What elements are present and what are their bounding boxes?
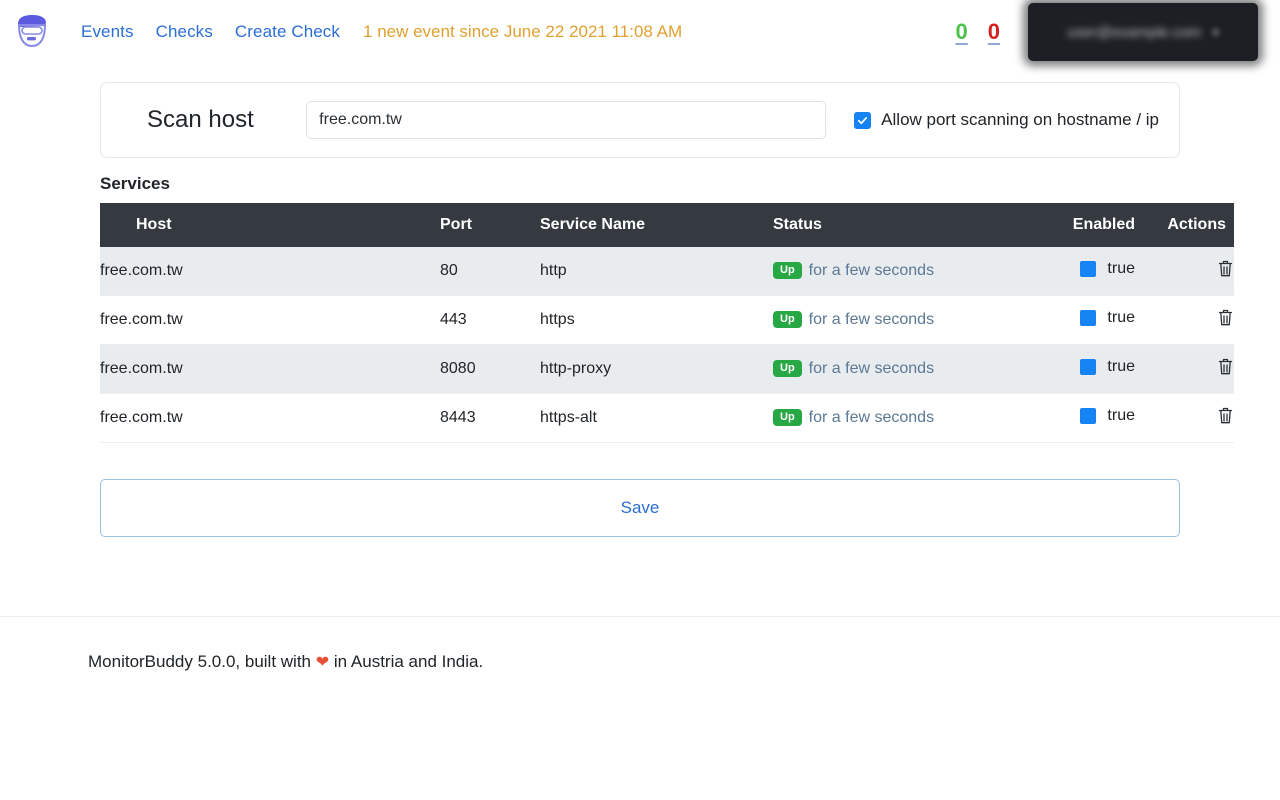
enabled-checkbox[interactable] <box>1080 261 1097 277</box>
enabled-value: true <box>1107 407 1135 424</box>
chevron-down-icon: ▾ <box>1213 26 1219 39</box>
allow-port-scanning-row[interactable]: Allow port scanning on hostname / ip <box>854 110 1159 130</box>
user-email-label: user@example.com <box>1067 23 1202 41</box>
status-badge: Up <box>773 360 802 378</box>
column-header-service-name[interactable]: Service Name <box>540 203 773 247</box>
table-header-row: Host Port Service Name Status Enabled Ac… <box>100 203 1234 247</box>
table-row[interactable]: free.com.tw 8080 http-proxy Up for a few … <box>100 344 1234 394</box>
cell-service-name: http-proxy <box>540 344 773 394</box>
top-navigation-bar: Events Checks Create Check 1 new event s… <box>0 0 1280 64</box>
cell-status: Up for a few seconds <box>773 344 1043 394</box>
enabled-value: true <box>1107 309 1135 326</box>
trash-icon[interactable] <box>1217 406 1234 425</box>
save-button[interactable]: Save <box>100 479 1180 537</box>
cell-service-name: http <box>540 247 773 296</box>
footer-divider <box>0 616 1280 617</box>
footer-text-before: MonitorBuddy 5.0.0, built with <box>88 652 312 671</box>
cell-enabled: true <box>1043 393 1135 443</box>
trash-icon[interactable] <box>1217 357 1234 376</box>
trash-icon[interactable] <box>1217 308 1234 327</box>
status-badge: Up <box>773 409 802 427</box>
services-table-header: Host Port Service Name Status Enabled Ac… <box>100 203 1234 247</box>
nav-link-create-check[interactable]: Create Check <box>224 22 351 42</box>
table-row[interactable]: free.com.tw 8443 https-alt Up for a few s… <box>100 393 1234 443</box>
enabled-value: true <box>1107 260 1135 277</box>
column-header-status[interactable]: Status <box>773 203 1043 247</box>
cell-port: 443 <box>440 295 540 345</box>
scan-host-card: Scan host Allow port scanning on hostnam… <box>100 82 1180 158</box>
cell-host: free.com.tw <box>100 295 440 345</box>
up-count-link[interactable]: 0 <box>946 19 978 45</box>
scan-host-input[interactable] <box>306 101 827 139</box>
column-header-enabled[interactable]: Enabled <box>1043 203 1135 247</box>
cell-status: Up for a few seconds <box>773 247 1043 296</box>
services-table: Host Port Service Name Status Enabled Ac… <box>100 203 1234 443</box>
cell-status: Up for a few seconds <box>773 393 1043 443</box>
status-since-label: for a few seconds <box>808 310 935 328</box>
table-row[interactable]: free.com.tw 80 http Up for a few seconds … <box>100 247 1234 296</box>
cell-port: 8080 <box>440 344 540 394</box>
column-header-actions[interactable]: Actions <box>1135 203 1234 247</box>
monitorbuddy-logo-icon[interactable] <box>10 10 54 54</box>
new-event-notice[interactable]: 1 new event since June 22 2021 11:08 AM <box>351 22 682 42</box>
enabled-checkbox[interactable] <box>1080 310 1097 326</box>
trash-icon[interactable] <box>1217 259 1234 278</box>
cell-actions <box>1135 295 1234 345</box>
down-count-link[interactable]: 0 <box>978 19 1010 45</box>
enabled-value: true <box>1107 358 1135 375</box>
services-table-body: free.com.tw 80 http Up for a few seconds … <box>100 247 1234 443</box>
allow-port-scanning-label: Allow port scanning on hostname / ip <box>881 110 1159 129</box>
cell-host: free.com.tw <box>100 393 440 443</box>
cell-service-name: https <box>540 295 773 345</box>
status-since-label: for a few seconds <box>808 408 935 426</box>
nav-link-checks[interactable]: Checks <box>145 22 224 42</box>
main-nav-links: Events Checks Create Check 1 new event s… <box>70 22 682 42</box>
cell-enabled: true <box>1043 295 1135 345</box>
cell-enabled: true <box>1043 344 1135 394</box>
main-content: Scan host Allow port scanning on hostnam… <box>100 64 1234 537</box>
user-account-menu[interactable]: user@example.com ▾ <box>1028 3 1258 61</box>
services-heading: Services <box>100 174 170 193</box>
footer-credits: MonitorBuddy 5.0.0, built with ❤ in Aust… <box>88 652 483 672</box>
column-header-host[interactable]: Host <box>100 203 440 247</box>
cell-actions <box>1135 247 1234 296</box>
status-badge: Up <box>773 311 802 329</box>
enabled-checkbox[interactable] <box>1080 359 1097 375</box>
cell-enabled: true <box>1043 247 1135 296</box>
nav-link-events[interactable]: Events <box>70 22 145 42</box>
cell-actions <box>1135 393 1234 443</box>
status-since-label: for a few seconds <box>808 359 935 377</box>
cell-service-name: https-alt <box>540 393 773 443</box>
cell-status: Up for a few seconds <box>773 295 1043 345</box>
status-badge: Up <box>773 262 802 280</box>
scan-host-label: Scan host <box>147 106 254 133</box>
header-right-section: 0 0 user@example.com ▾ <box>946 0 1280 64</box>
cell-port: 8443 <box>440 393 540 443</box>
footer-text-after: in Austria and India. <box>333 652 484 671</box>
cell-host: free.com.tw <box>100 344 440 394</box>
cell-port: 80 <box>440 247 540 296</box>
enabled-checkbox[interactable] <box>1080 408 1097 424</box>
heart-icon: ❤ <box>315 654 330 671</box>
status-since-label: for a few seconds <box>808 261 935 279</box>
allow-port-scanning-checkbox[interactable] <box>854 111 872 129</box>
cell-actions <box>1135 344 1234 394</box>
column-header-port[interactable]: Port <box>440 203 540 247</box>
cell-host: free.com.tw <box>100 247 440 296</box>
table-row[interactable]: free.com.tw 443 https Up for a few second… <box>100 295 1234 345</box>
